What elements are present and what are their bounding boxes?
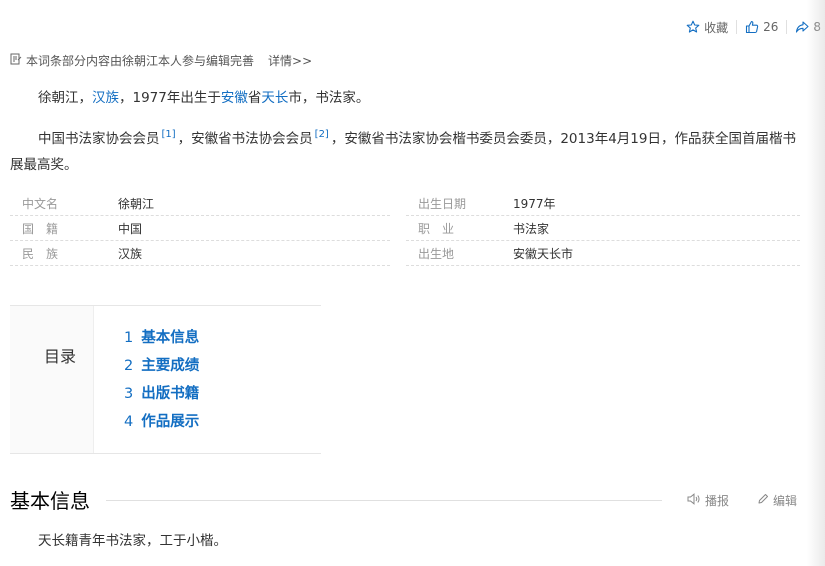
speaker-icon (687, 493, 701, 508)
info-label: 国 籍 (22, 222, 59, 236)
info-value: 徐朝江 (118, 197, 155, 211)
toc-item-label: 出版书籍 (141, 386, 200, 402)
person-name-text: 徐朝江， (38, 90, 92, 106)
section-title: 基本信息 (10, 489, 90, 513)
toc-item[interactable]: 2 主要成绩 (124, 352, 199, 380)
reference-2[interactable]: [2] (315, 129, 329, 140)
toc-list: 1 基本信息 2 主要成绩 3 出版书籍 4 作品展示 (124, 324, 199, 436)
divider (10, 265, 390, 266)
nationality-link[interactable]: 中国 (118, 217, 142, 241)
intro-text: 中国书法家协会会员 (38, 131, 160, 147)
intro-text: ，安徽省书法协会会员 (177, 131, 313, 147)
divider (10, 240, 390, 241)
toc-item-label: 主要成绩 (141, 358, 200, 374)
toc-item-number: 4 (124, 414, 134, 430)
like-count: 26 (763, 20, 779, 34)
basic-info-box: 中文名 徐朝江 出生日期 1977年 国 籍 中国 职 业 书法家 民 族 汉族… (10, 192, 800, 267)
info-value: 1977年 (513, 197, 556, 211)
province-link[interactable]: 安徽 (221, 90, 248, 106)
info-value: 汉族 (118, 247, 143, 261)
toc-item-number: 1 (124, 330, 134, 346)
pencil-icon (757, 493, 769, 508)
info-row: 中文名 徐朝江 出生日期 1977年 (10, 192, 800, 217)
toc-item-number: 3 (124, 386, 134, 402)
toc-item-label: 基本信息 (141, 330, 200, 346)
section-body-text: 天长籍青年书法家，工于小楷。 (38, 533, 227, 549)
divider (406, 215, 800, 216)
intro-paragraph-1: 徐朝江，汉族，1977年出生于安徽省天长市，书法家。 (10, 85, 800, 111)
like-button[interactable]: 26 (737, 20, 786, 34)
city-link[interactable]: 天长 (261, 90, 288, 106)
info-row: 国 籍 中国 职 业 书法家 (10, 217, 800, 242)
info-label: 出生日期 (418, 197, 467, 211)
toc-item-number: 2 (124, 358, 134, 374)
thumbs-up-icon (745, 20, 759, 34)
divider (10, 215, 390, 216)
edit-label: 编辑 (773, 494, 798, 508)
scroll-edge-shadow (807, 0, 825, 566)
intro-paragraph-2: 中国书法家协会会员 [1] ，安徽省书法协会会员 [2] ，安徽省书法家协会楷书委员会委… (10, 122, 800, 178)
reference-1[interactable]: [1] (162, 129, 176, 140)
ethnic-link[interactable]: 汉族 (92, 90, 119, 106)
edit-notice: 本词条部分内容由徐朝江本人参与编辑完善 详情>> (10, 52, 312, 69)
info-label: 出生地 (418, 247, 455, 261)
toc-item[interactable]: 3 出版书籍 (124, 380, 199, 408)
info-label: 中文名 (22, 197, 59, 211)
info-row: 民 族 汉族 出生地 安徽天长市 (10, 242, 800, 267)
intro-text: 市，书法家。 (288, 90, 370, 106)
read-aloud-button[interactable]: 播报 (687, 492, 729, 509)
intro-text: ，1977年出生于 (119, 90, 221, 106)
table-of-contents: 目录 1 基本信息 2 主要成绩 3 出版书籍 4 作品展示 (10, 305, 321, 454)
favorite-button[interactable]: 收藏 (678, 19, 736, 36)
toc-header-panel: 目录 (10, 306, 94, 453)
article-actions-bar: 收藏 26 8 (678, 16, 825, 38)
info-label: 民 族 (22, 247, 59, 261)
toc-title: 目录 (44, 347, 77, 366)
toc-item[interactable]: 4 作品展示 (124, 408, 199, 436)
toc-item-label: 作品展示 (141, 414, 200, 430)
divider (406, 265, 800, 266)
star-icon (686, 20, 700, 34)
notice-detail-link[interactable]: 详情>> (268, 52, 312, 69)
info-label: 职 业 (418, 222, 455, 236)
info-value: 书法家 (513, 222, 550, 236)
notice-text: 本词条部分内容由徐朝江本人参与编辑完善 (26, 54, 255, 68)
info-value: 安徽天长市 (513, 247, 574, 261)
section-divider (106, 500, 662, 501)
document-edit-icon (10, 53, 22, 68)
intro-text: 省 (247, 90, 262, 106)
read-aloud-label: 播报 (705, 494, 730, 508)
favorite-label: 收藏 (704, 20, 729, 35)
divider (406, 240, 800, 241)
edit-button[interactable]: 编辑 (757, 492, 797, 509)
toc-item[interactable]: 1 基本信息 (124, 324, 199, 352)
